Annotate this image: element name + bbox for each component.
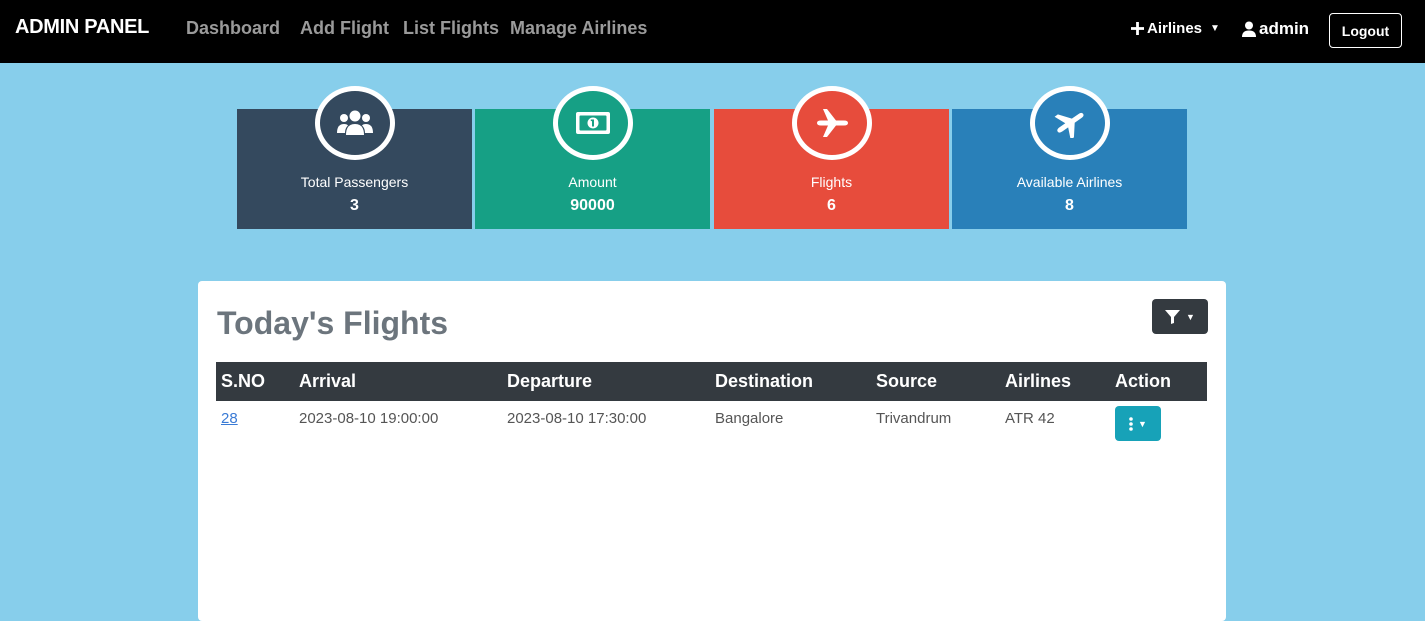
nav-dashboard[interactable]: Dashboard	[186, 18, 280, 39]
user-icon	[1242, 21, 1256, 37]
airlines-dropdown-label: Airlines	[1147, 20, 1203, 37]
users-icon	[314, 86, 395, 160]
stat-label: Available Airlines	[1016, 174, 1123, 190]
stat-card-total-passengers: Total Passengers 3	[237, 86, 472, 229]
column-header-arrival[interactable]: Arrival	[294, 362, 502, 401]
caret-down-icon: ▼	[1138, 418, 1147, 429]
panel-title: Today's Flights	[217, 305, 449, 341]
todays-flights-panel: Today's Flights ▼ S.NO Arrival Departure…	[198, 281, 1226, 621]
stat-card-available-airlines: Available Airlines 8	[952, 86, 1187, 229]
column-header-departure[interactable]: Departure	[502, 362, 710, 401]
stat-value: 90000	[570, 197, 615, 214]
stat-label: Flights	[810, 174, 853, 190]
filter-icon	[1165, 309, 1181, 324]
stat-label: Amount	[568, 174, 617, 190]
flight-destination: Bangalore	[715, 410, 784, 427]
stat-value: 8	[1065, 197, 1074, 214]
flight-source: Trivandrum	[876, 410, 952, 427]
user-menu[interactable]: admin	[1242, 19, 1309, 39]
stat-card-flights: Flights 6	[714, 86, 949, 229]
filter-dropdown-button[interactable]: ▼	[1152, 299, 1208, 334]
table-header-row: S.NO Arrival Departure Destination Sourc…	[216, 362, 1207, 401]
nav-add-flight[interactable]: Add Flight	[300, 18, 389, 39]
stat-value: 6	[827, 197, 836, 214]
flight-arrival: 2023-08-10 19:00:00	[299, 410, 439, 427]
flight-departure: 2023-08-10 17:30:00	[507, 410, 647, 427]
plane-icon	[791, 86, 872, 160]
plane-departure-icon	[1029, 86, 1110, 160]
flight-sno-link[interactable]: 28	[221, 410, 238, 427]
table-row: 28 2023-08-10 19:00:00 2023-08-10 17:30:…	[216, 401, 1207, 449]
column-header-sno[interactable]: S.NO	[216, 362, 294, 401]
caret-down-icon: ▼	[1186, 311, 1195, 322]
plus-icon	[1131, 22, 1144, 35]
username: admin	[1259, 19, 1310, 38]
ellipsis-vertical-icon	[1129, 416, 1133, 431]
stat-label: Total Passengers	[300, 174, 409, 190]
brand-title[interactable]: ADMIN PANEL	[15, 16, 149, 39]
airlines-dropdown[interactable]: Airlines ▼	[1131, 20, 1220, 37]
column-header-destination[interactable]: Destination	[710, 362, 871, 401]
column-header-airlines[interactable]: Airlines	[1000, 362, 1110, 401]
column-header-action: Action	[1115, 371, 1171, 391]
nav-manage-airlines[interactable]: Manage Airlines	[510, 18, 647, 39]
column-header-source[interactable]: Source	[871, 362, 1000, 401]
logout-button[interactable]: Logout	[1329, 13, 1402, 48]
row-action-dropdown-button[interactable]: ▼	[1115, 406, 1161, 441]
top-navbar: ADMIN PANEL Dashboard Add Flight List Fl…	[0, 0, 1425, 63]
flight-airline: ATR 42	[1005, 410, 1055, 427]
flights-table: S.NO Arrival Departure Destination Sourc…	[216, 362, 1207, 449]
caret-down-icon: ▼	[1210, 23, 1220, 34]
nav-list-flights[interactable]: List Flights	[403, 18, 499, 39]
stat-value: 3	[350, 197, 359, 214]
money-bill-icon	[552, 86, 633, 160]
stat-card-amount: Amount 90000	[475, 86, 710, 229]
